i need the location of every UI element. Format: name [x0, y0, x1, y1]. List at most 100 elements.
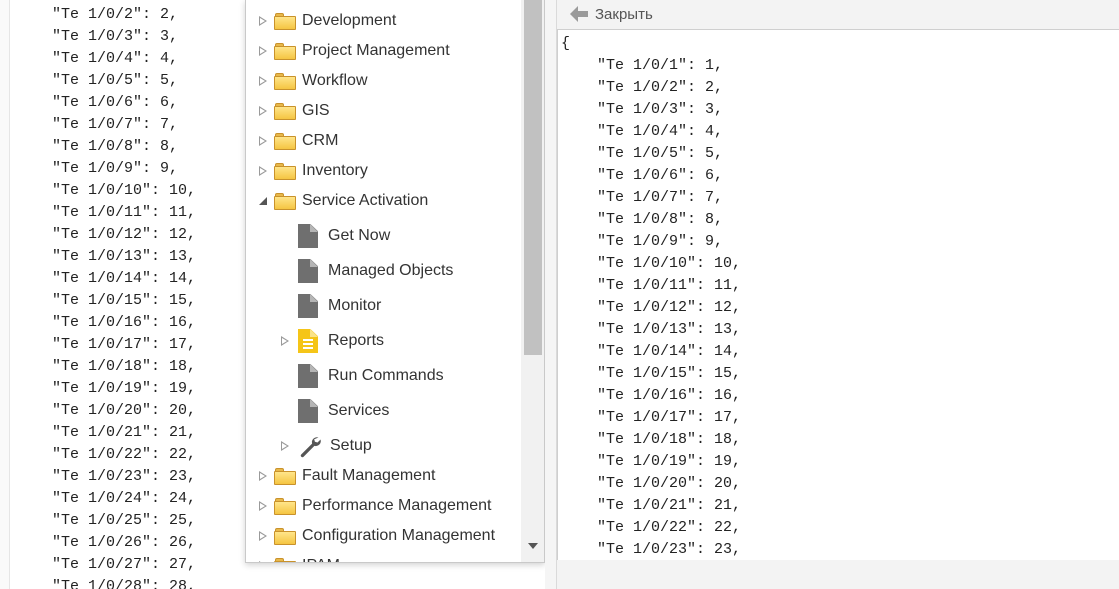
nav-item-workflow[interactable]: Workflow: [246, 66, 521, 96]
json-line: "Te 1/0/20": 20,: [561, 475, 742, 492]
nav-item-managed-objects[interactable]: Managed Objects: [246, 256, 521, 286]
document-icon: [298, 364, 318, 388]
navigation-scrollbar[interactable]: [521, 0, 544, 562]
nav-item-label: IPAM: [302, 557, 340, 562]
expand-arrow-icon[interactable]: [256, 44, 270, 58]
json-line: "Te 1/0/22": 22,: [561, 519, 742, 536]
folder-icon: [274, 527, 296, 545]
document-icon: [298, 294, 318, 318]
code-line: "Te 1/0/25": 25,: [52, 512, 197, 529]
folder-icon: [274, 72, 296, 90]
document-icon: [298, 399, 318, 423]
code-line: "Te 1/0/5": 5,: [52, 72, 179, 89]
code-line: "Te 1/0/9": 9,: [52, 160, 179, 177]
json-line: "Te 1/0/8": 8,: [561, 211, 724, 228]
json-line: "Te 1/0/23": 23,: [561, 541, 742, 558]
nav-item-label: Setup: [330, 437, 372, 454]
code-line: "Te 1/0/20": 20,: [52, 402, 197, 419]
nav-item-monitor[interactable]: Monitor: [246, 291, 521, 321]
nav-item-run-commands[interactable]: Run Commands: [246, 361, 521, 391]
nav-item-label: GIS: [302, 102, 330, 119]
nav-item-setup[interactable]: Setup: [246, 431, 521, 461]
json-line: "Te 1/0/9": 9,: [561, 233, 724, 250]
expand-arrow-icon[interactable]: [256, 559, 270, 562]
expand-arrow-icon[interactable]: [278, 334, 292, 348]
code-line: "Te 1/0/10": 10,: [52, 182, 197, 199]
document-icon: [298, 259, 318, 283]
code-line: "Te 1/0/3": 3,: [52, 28, 179, 45]
json-line: "Te 1/0/2": 2,: [561, 79, 724, 96]
navigation-scroll-thumb[interactable]: [524, 0, 542, 355]
nav-item-development[interactable]: Development: [246, 6, 521, 36]
folder-icon: [274, 162, 296, 180]
code-line: "Te 1/0/27": 27,: [52, 556, 197, 573]
nav-item-fault-management[interactable]: Fault Management: [246, 461, 521, 491]
scroll-down-arrow-icon[interactable]: [528, 543, 538, 549]
json-output-panel: { "Te 1/0/1": 1, "Te 1/0/2": 2, "Te 1/0/…: [557, 29, 1119, 560]
json-line: "Te 1/0/14": 14,: [561, 343, 742, 360]
expand-arrow-icon[interactable]: [256, 469, 270, 483]
pane-splitter[interactable]: [545, 0, 557, 589]
code-line: "Te 1/0/26": 26,: [52, 534, 197, 551]
expand-arrow-icon[interactable]: [256, 14, 270, 28]
nav-item-performance-management[interactable]: Performance Management: [246, 491, 521, 521]
expand-arrow-icon[interactable]: [278, 439, 292, 453]
expand-arrow-icon[interactable]: [256, 104, 270, 118]
json-line: "Te 1/0/16": 16,: [561, 387, 742, 404]
expand-arrow-icon[interactable]: [256, 74, 270, 88]
nav-item-crm[interactable]: CRM: [246, 126, 521, 156]
code-line: "Te 1/0/4": 4,: [52, 50, 179, 67]
expand-arrow-icon[interactable]: [256, 134, 270, 148]
nav-item-label: Project Management: [302, 42, 450, 59]
nav-item-reports[interactable]: Reports: [246, 326, 521, 356]
nav-item-label: Development: [302, 12, 397, 29]
arrow-left-icon: [570, 6, 588, 22]
json-output-lines: { "Te 1/0/1": 1, "Te 1/0/2": 2, "Te 1/0/…: [561, 33, 741, 560]
folder-icon: [274, 497, 296, 515]
code-line: "Te 1/0/8": 8,: [52, 138, 179, 155]
code-line: "Te 1/0/14": 14,: [52, 270, 197, 287]
close-button[interactable]: Закрыть: [569, 5, 653, 23]
code-line: "Te 1/0/12": 12,: [52, 226, 197, 243]
json-line: "Te 1/0/13": 13,: [561, 321, 742, 338]
json-line: "Te 1/0/3": 3,: [561, 101, 724, 118]
code-line: "Te 1/0/17": 17,: [52, 336, 197, 353]
nav-item-label: Run Commands: [328, 367, 444, 384]
folder-icon: [274, 42, 296, 60]
navigation-menu: Development Project Management Workflow GIS…: [245, 0, 545, 563]
nav-item-configuration-management[interactable]: Configuration Management: [246, 521, 521, 551]
json-line: {: [561, 35, 571, 52]
expand-arrow-icon[interactable]: [256, 529, 270, 543]
nav-item-ipam[interactable]: IPAM: [246, 551, 521, 562]
editor-gutter: [0, 0, 10, 589]
json-line: "Te 1/0/21": 21,: [561, 497, 742, 514]
nav-item-services[interactable]: Services: [246, 396, 521, 426]
nav-item-project-management[interactable]: Project Management: [246, 36, 521, 66]
wrench-icon: [300, 437, 321, 458]
navigation-tree: Development Project Management Workflow GIS…: [246, 0, 521, 562]
nav-item-service-activation[interactable]: Service Activation: [246, 186, 521, 216]
code-line: "Te 1/0/6": 6,: [52, 94, 179, 111]
nav-item-inventory[interactable]: Inventory: [246, 156, 521, 186]
code-line: "Te 1/0/7": 7,: [52, 116, 179, 133]
json-line: "Te 1/0/6": 6,: [561, 167, 724, 184]
nav-item-label: Managed Objects: [328, 262, 454, 279]
json-line: "Te 1/0/18": 18,: [561, 431, 742, 448]
code-line: "Te 1/0/24": 24,: [52, 490, 197, 507]
expand-arrow-icon[interactable]: [256, 164, 270, 178]
folder-icon: [274, 557, 296, 562]
nav-item-get-now[interactable]: Get Now: [246, 221, 521, 251]
nav-item-gis[interactable]: GIS: [246, 96, 521, 126]
folder-icon: [274, 102, 296, 120]
expand-arrow-icon[interactable]: [256, 499, 270, 513]
report-icon: [298, 329, 318, 353]
code-line: "Te 1/0/16": 16,: [52, 314, 197, 331]
document-icon: [298, 224, 318, 248]
collapse-arrow-icon[interactable]: [256, 194, 270, 208]
code-line: "Te 1/0/15": 15,: [52, 292, 197, 309]
code-line: "Te 1/0/13": 13,: [52, 248, 197, 265]
background-code-view: "Te 1/0/1": 1,"Te 1/0/2": 2,"Te 1/0/3": …: [0, 0, 245, 589]
